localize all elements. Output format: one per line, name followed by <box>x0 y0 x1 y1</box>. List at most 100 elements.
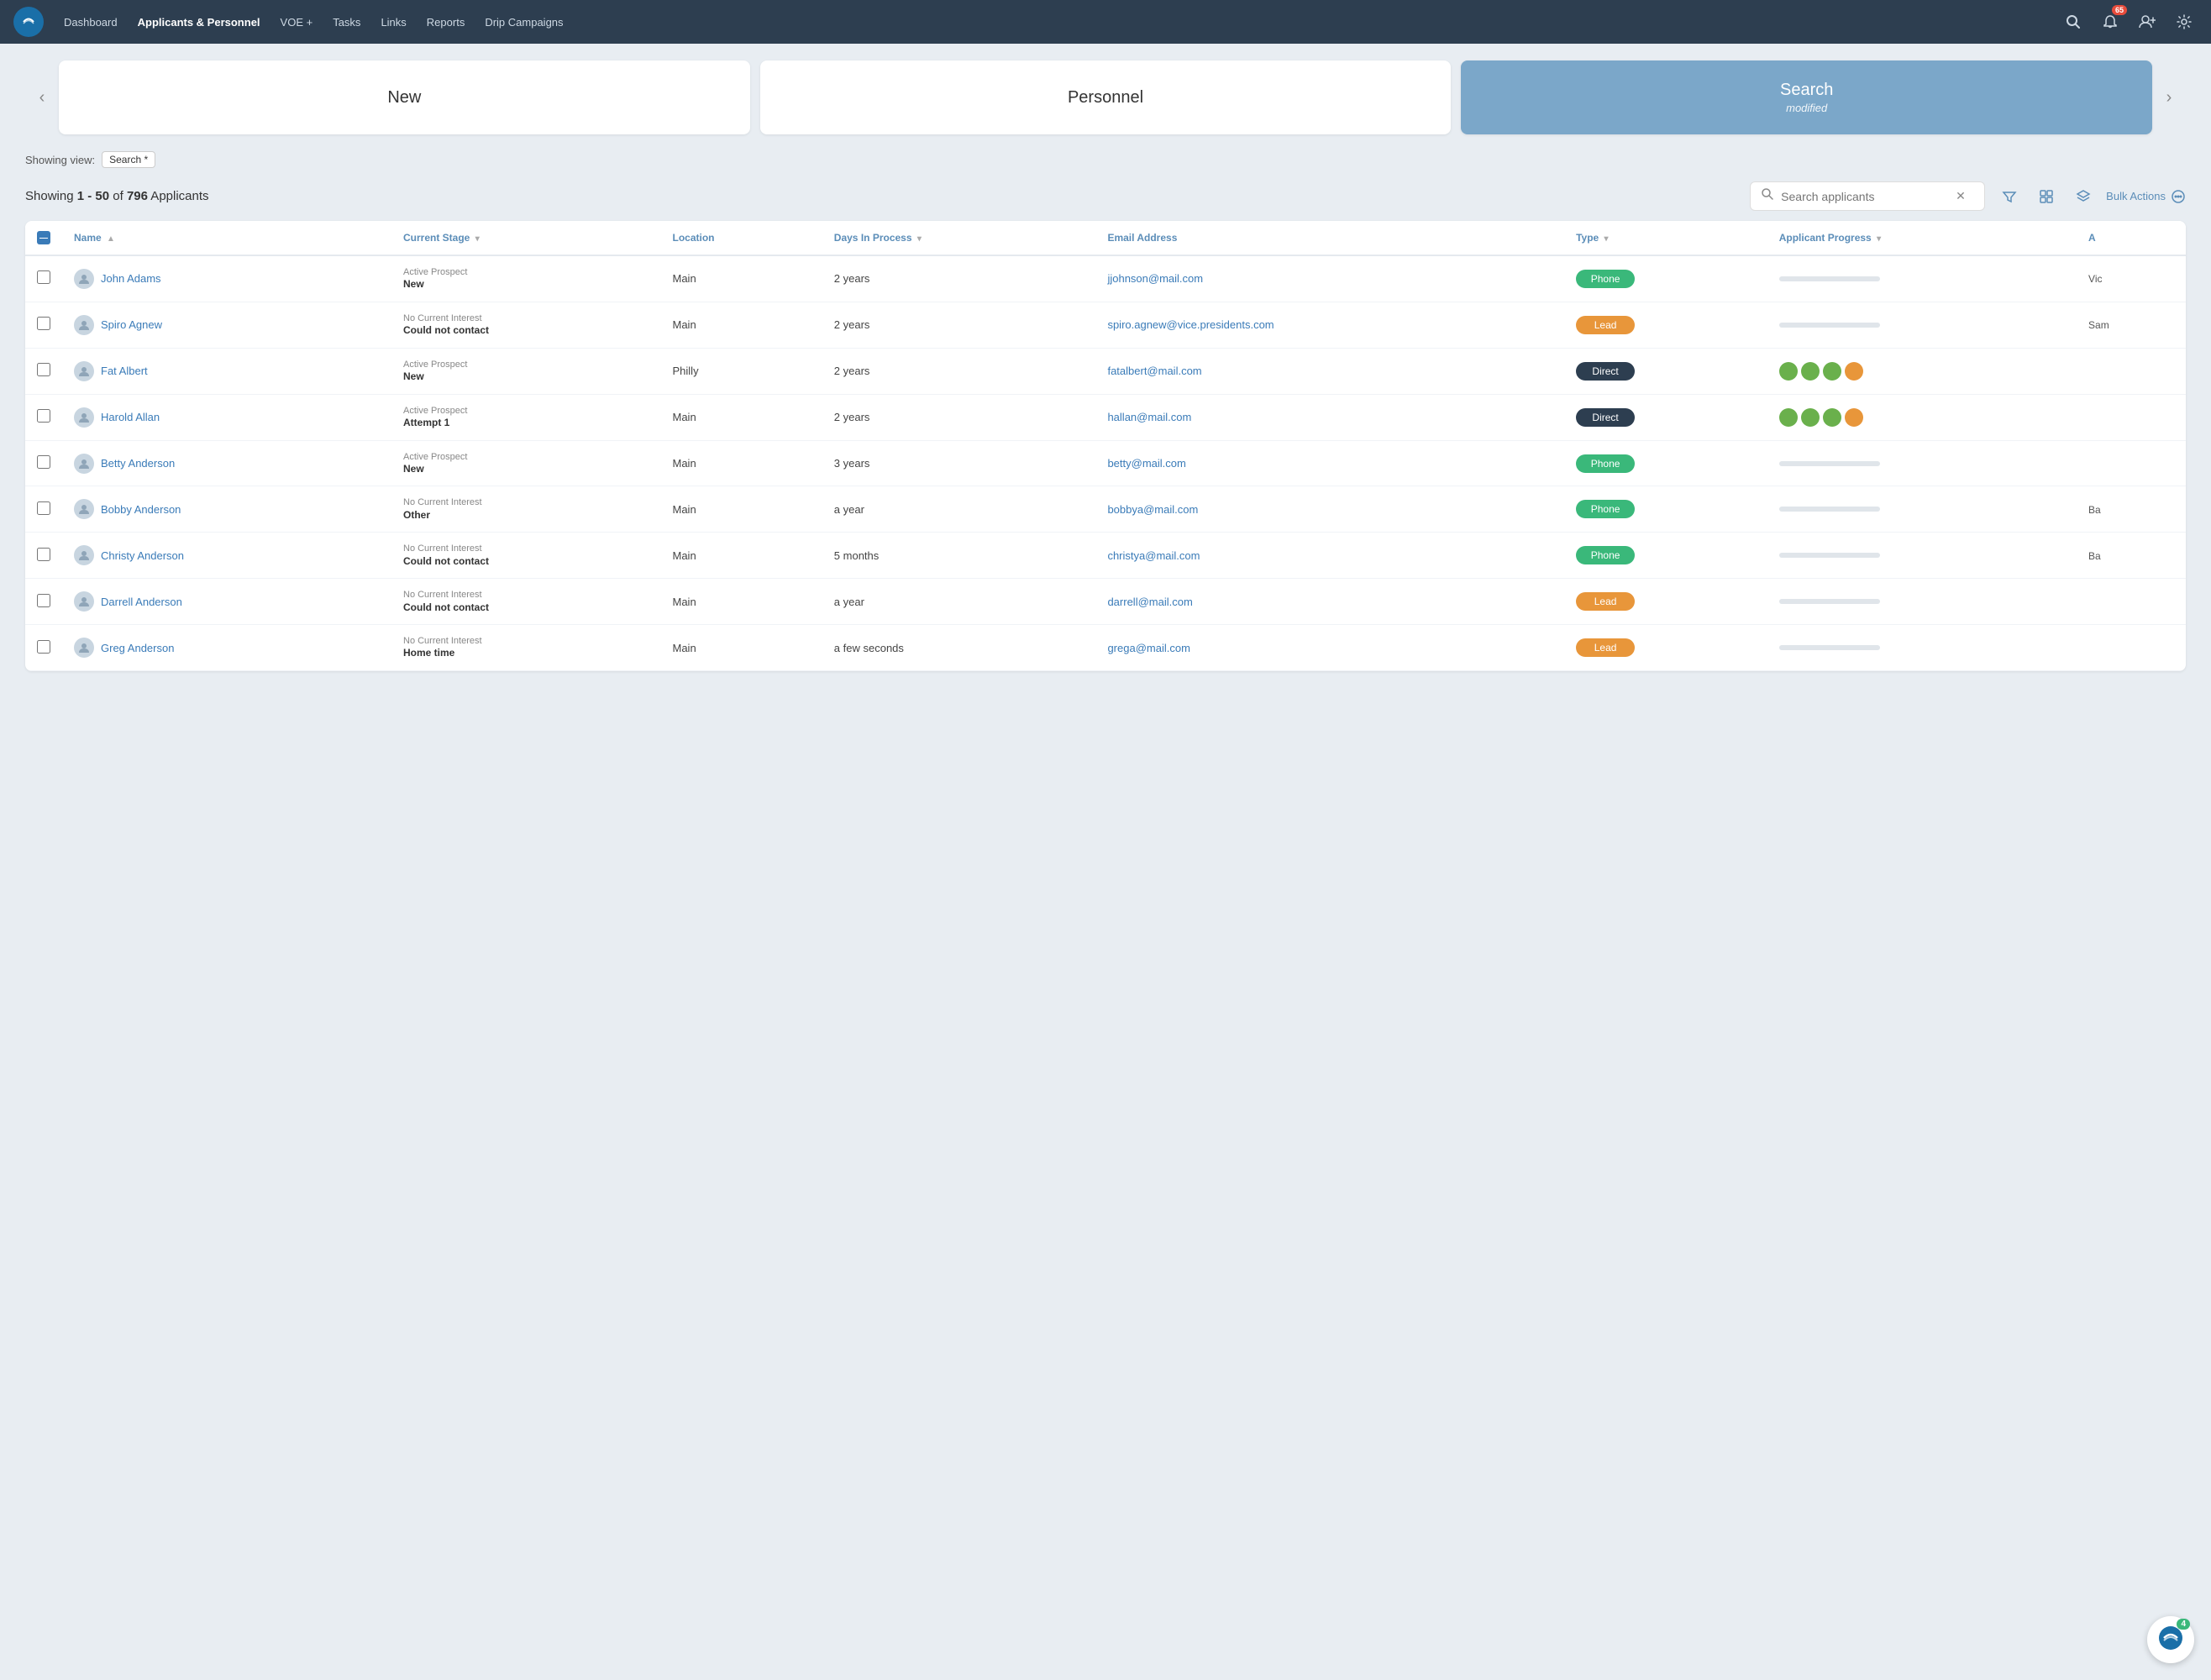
nav-drip-campaigns[interactable]: Drip Campaigns <box>476 11 571 34</box>
avatar <box>74 361 94 381</box>
applicant-name[interactable]: Harold Allan <box>74 407 380 428</box>
tab-personnel[interactable]: Personnel <box>760 60 1452 134</box>
applicant-name-text[interactable]: Greg Anderson <box>101 642 174 654</box>
avatar <box>74 454 94 474</box>
nav-applicants-personnel[interactable]: Applicants & Personnel <box>129 11 269 34</box>
row-checkbox[interactable] <box>37 317 50 330</box>
type-cell: Phone <box>1564 533 1767 579</box>
applicant-name[interactable]: Fat Albert <box>74 361 380 381</box>
add-user-icon[interactable] <box>2134 8 2161 35</box>
row-checkbox-cell[interactable] <box>25 394 62 440</box>
row-checkbox-cell[interactable] <box>25 348 62 394</box>
applicant-name-text[interactable]: John Adams <box>101 272 161 285</box>
email-link[interactable]: christya@mail.com <box>1107 549 1200 562</box>
email-link[interactable]: hallan@mail.com <box>1107 411 1191 423</box>
stage-value: Home time <box>403 647 649 660</box>
grid-view-icon[interactable] <box>2032 182 2061 211</box>
nav-tasks[interactable]: Tasks <box>324 11 369 34</box>
select-all-header[interactable] <box>25 221 62 255</box>
progress-cell <box>1767 394 2077 440</box>
nav-links[interactable]: Links <box>372 11 414 34</box>
progress-circle <box>1845 362 1863 381</box>
applicant-name[interactable]: Bobby Anderson <box>74 499 380 519</box>
row-checkbox[interactable] <box>37 270 50 284</box>
applicant-name[interactable]: John Adams <box>74 269 380 289</box>
table-row: Darrell Anderson No Current Interest Cou… <box>25 579 2186 625</box>
email-link[interactable]: fatalbert@mail.com <box>1107 365 1201 377</box>
row-checkbox-cell[interactable] <box>25 486 62 533</box>
chat-watermark[interactable]: 4 <box>2147 1616 2194 1663</box>
applicant-name-text[interactable]: Spiro Agnew <box>101 318 162 331</box>
search-icon[interactable] <box>2060 8 2087 35</box>
settings-icon[interactable] <box>2171 8 2198 35</box>
assignee-text: Vic <box>2088 273 2102 285</box>
notifications-icon[interactable]: 65 <box>2097 8 2124 35</box>
view-badge[interactable]: Search * <box>102 151 155 168</box>
tab-next-button[interactable]: › <box>2152 60 2186 134</box>
row-checkbox[interactable] <box>37 455 50 469</box>
row-checkbox-cell[interactable] <box>25 533 62 579</box>
type-cell: Direct <box>1564 348 1767 394</box>
applicant-name-text[interactable]: Darrell Anderson <box>101 596 182 608</box>
tab-new[interactable]: New <box>59 60 750 134</box>
email-link[interactable]: jjohnson@mail.com <box>1107 272 1203 285</box>
applicant-name-text[interactable]: Christy Anderson <box>101 549 184 562</box>
stage-value: Other <box>403 509 649 522</box>
col-days[interactable]: Days In Process ▾ <box>822 221 1096 255</box>
email-link[interactable]: spiro.agnew@vice.presidents.com <box>1107 318 1274 331</box>
row-checkbox-cell[interactable] <box>25 625 62 671</box>
row-checkbox-cell[interactable] <box>25 579 62 625</box>
clear-search-icon[interactable]: ✕ <box>1956 189 1966 203</box>
nav-dashboard[interactable]: Dashboard <box>55 11 126 34</box>
email-link[interactable]: betty@mail.com <box>1107 457 1185 470</box>
row-checkbox[interactable] <box>37 409 50 423</box>
col-name[interactable]: Name ▲ <box>62 221 391 255</box>
row-checkbox-cell[interactable] <box>25 255 62 302</box>
applicant-name-text[interactable]: Bobby Anderson <box>101 503 181 516</box>
email-link[interactable]: bobbya@mail.com <box>1107 503 1198 516</box>
progress-cell <box>1767 440 2077 486</box>
type-cell: Direct <box>1564 394 1767 440</box>
logo[interactable] <box>13 7 44 37</box>
col-progress[interactable]: Applicant Progress ▾ <box>1767 221 2077 255</box>
assignee-text: Sam <box>2088 319 2109 331</box>
stage-value: New <box>403 278 649 291</box>
days-cell: 3 years <box>822 440 1096 486</box>
email-link[interactable]: grega@mail.com <box>1107 642 1190 654</box>
applicant-name-text[interactable]: Harold Allan <box>101 411 160 423</box>
avatar <box>74 591 94 612</box>
select-all-checkbox[interactable] <box>37 231 50 244</box>
applicant-name[interactable]: Betty Anderson <box>74 454 380 474</box>
tab-prev-button[interactable]: ‹ <box>25 60 59 134</box>
applicant-name-text[interactable]: Betty Anderson <box>101 457 175 470</box>
row-checkbox[interactable] <box>37 363 50 376</box>
row-checkbox[interactable] <box>37 548 50 561</box>
row-checkbox[interactable] <box>37 640 50 654</box>
layers-icon[interactable] <box>2069 182 2098 211</box>
email-cell: grega@mail.com <box>1095 625 1564 671</box>
applicant-name-text[interactable]: Fat Albert <box>101 365 148 377</box>
row-checkbox-cell[interactable] <box>25 302 62 348</box>
col-stage[interactable]: Current Stage ▾ <box>391 221 661 255</box>
filter-icon[interactable] <box>1995 182 2024 211</box>
applicant-name[interactable]: Christy Anderson <box>74 545 380 565</box>
type-badge: Lead <box>1576 316 1635 334</box>
bulk-actions-button[interactable]: Bulk Actions <box>2106 189 2186 204</box>
tab-search[interactable]: Search modified <box>1461 60 2152 134</box>
email-link[interactable]: darrell@mail.com <box>1107 596 1192 608</box>
nav-reports[interactable]: Reports <box>418 11 474 34</box>
row-checkbox[interactable] <box>37 594 50 607</box>
table-row: Bobby Anderson No Current Interest Other… <box>25 486 2186 533</box>
search-input[interactable] <box>1781 190 1949 203</box>
applicant-name[interactable]: Darrell Anderson <box>74 591 380 612</box>
col-type[interactable]: Type ▾ <box>1564 221 1767 255</box>
email-cell: spiro.agnew@vice.presidents.com <box>1095 302 1564 348</box>
stage-cell: Active Prospect New <box>391 348 661 394</box>
nav-voe[interactable]: VOE + <box>272 11 322 34</box>
row-checkbox-cell[interactable] <box>25 440 62 486</box>
applicant-name[interactable]: Greg Anderson <box>74 638 380 658</box>
type-cell: Phone <box>1564 255 1767 302</box>
location-cell: Main <box>661 579 822 625</box>
row-checkbox[interactable] <box>37 501 50 515</box>
applicant-name[interactable]: Spiro Agnew <box>74 315 380 335</box>
